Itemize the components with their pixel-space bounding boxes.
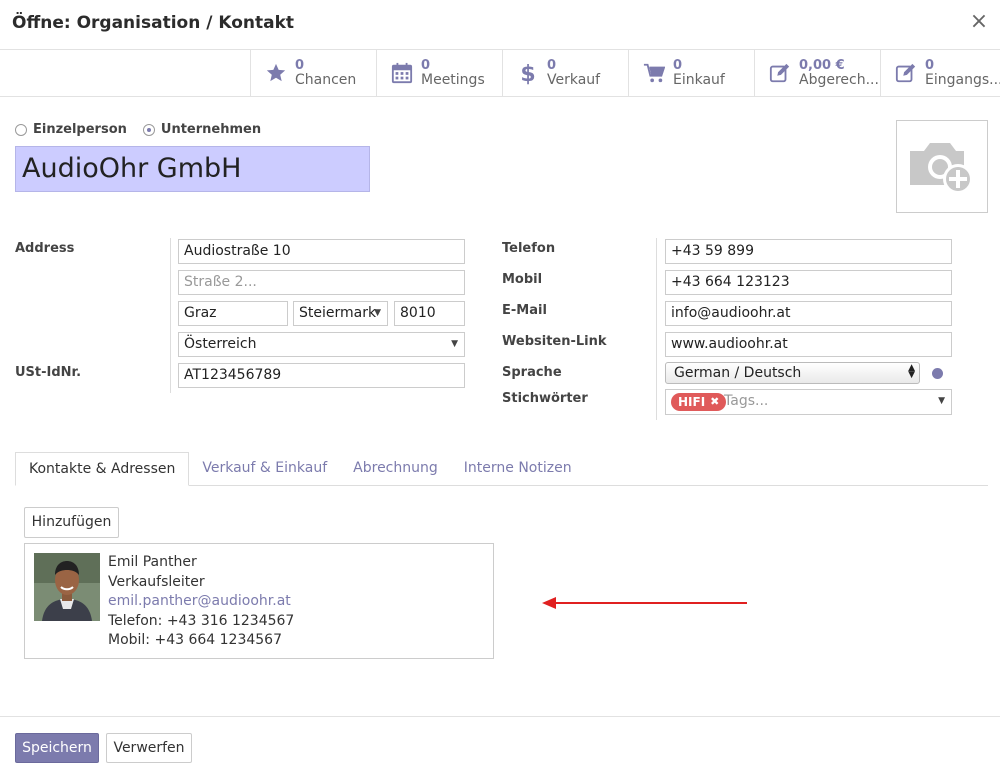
state-select[interactable]: Steiermark ▼ bbox=[293, 301, 388, 326]
caret-down-icon: ▼ bbox=[938, 396, 945, 406]
contact-email-link[interactable]: emil.panther@audioohr.at bbox=[108, 592, 294, 612]
tab-kontakte-adressen[interactable]: Kontakte & Adressen bbox=[15, 452, 190, 486]
svg-text:$: $ bbox=[520, 62, 535, 85]
dollar-icon: $ bbox=[515, 60, 541, 86]
country-value: Österreich bbox=[184, 336, 257, 352]
contact-name: Emil Panther bbox=[108, 554, 197, 570]
save-button[interactable]: Speichern bbox=[15, 733, 99, 763]
mobile-label: Mobil bbox=[502, 272, 543, 287]
street2-input[interactable]: Straße 2... bbox=[178, 270, 465, 295]
chancen-button[interactable]: 0 Chancen bbox=[250, 50, 376, 96]
tags-label: Stichwörter bbox=[502, 391, 588, 406]
camera-plus-icon bbox=[906, 135, 978, 199]
contact-card[interactable]: Emil Panther Verkaufsleiter emil.panther… bbox=[24, 543, 494, 659]
eingang-count: 0 bbox=[925, 58, 935, 73]
cart-icon bbox=[641, 60, 667, 86]
verkauf-label: Verkauf bbox=[547, 72, 601, 88]
tab-abrechnung[interactable]: Abrechnung bbox=[340, 452, 451, 486]
email-label: E-Mail bbox=[502, 303, 547, 318]
radio-unternehmen[interactable]: Unternehmen bbox=[142, 122, 262, 137]
divider bbox=[0, 96, 1000, 97]
address-label: Address bbox=[15, 241, 75, 256]
verkauf-button[interactable]: $ 0 Verkauf bbox=[502, 50, 628, 96]
radio-circle-selected[interactable] bbox=[142, 123, 155, 136]
contact-function: Verkaufsleiter bbox=[108, 573, 205, 590]
phone-input[interactable]: +43 59 899 bbox=[665, 239, 952, 264]
meetings-count: 0 bbox=[421, 58, 431, 73]
calendar-icon bbox=[389, 60, 415, 86]
add-contact-button[interactable]: Hinzufügen bbox=[24, 507, 119, 538]
vat-input[interactable]: AT123456789 bbox=[178, 363, 465, 388]
language-select[interactable]: German / Deutsch ▲ ▼ bbox=[665, 362, 920, 384]
contact-info: Emil Panther Verkaufsleiter emil.panther… bbox=[108, 553, 294, 651]
caret-down-icon: ▼ bbox=[374, 308, 381, 318]
zip-input[interactable]: 8010 bbox=[394, 301, 465, 326]
tab-interne-notizen[interactable]: Interne Notizen bbox=[451, 452, 585, 486]
radio-circle[interactable] bbox=[15, 123, 27, 136]
star-icon bbox=[263, 60, 289, 86]
meetings-label: Meetings bbox=[421, 72, 485, 88]
contact-phone: Telefon: +43 316 1234567 bbox=[108, 612, 295, 629]
discard-button[interactable]: Verwerfen bbox=[106, 733, 192, 763]
company-type-radio-group: Einzelperson Unternehmen bbox=[15, 122, 277, 137]
mobile-input[interactable]: +43 664 123123 bbox=[665, 270, 952, 295]
caret-down-icon: ▼ bbox=[451, 339, 458, 349]
add-photo-button[interactable] bbox=[896, 120, 988, 213]
state-value: Steiermark bbox=[299, 305, 377, 321]
verkauf-count: 0 bbox=[547, 58, 557, 73]
avatar bbox=[34, 553, 100, 621]
website-label: Websiten-Link bbox=[502, 334, 607, 349]
einkauf-count: 0 bbox=[673, 58, 683, 73]
smart-button-box: 0 Chancen 0 Meetings $ 0 Verkauf 0 Einka… bbox=[250, 50, 1000, 96]
email-input[interactable]: info@audioohr.at bbox=[665, 301, 952, 326]
tag-remove-icon[interactable]: ✖ bbox=[710, 393, 719, 411]
abgerechnet-label: Abgerech... bbox=[799, 72, 879, 88]
einkauf-button[interactable]: 0 Einkauf bbox=[628, 50, 754, 96]
radio-label-unternehmen: Unternehmen bbox=[160, 122, 262, 137]
tab-verkauf-einkauf[interactable]: Verkauf & Einkauf bbox=[189, 452, 340, 486]
edit-icon bbox=[767, 60, 793, 86]
notebook-tabs: Kontakte & Adressen Verkauf & Einkauf Ab… bbox=[15, 452, 988, 486]
tag-label: HIFI bbox=[678, 395, 706, 409]
company-name-input[interactable]: AudioOhr GmbH bbox=[15, 146, 370, 192]
country-select[interactable]: Österreich ▼ bbox=[178, 332, 465, 357]
chancen-label: Chancen bbox=[295, 72, 357, 88]
language-label: Sprache bbox=[502, 365, 562, 380]
close-icon[interactable]: × bbox=[968, 10, 990, 34]
vat-label: USt-IdNr. bbox=[15, 365, 82, 380]
dialog-title: Öffne: Organisation / Kontakt bbox=[12, 13, 295, 33]
city-input[interactable]: Graz bbox=[178, 301, 288, 326]
eingang-button[interactable]: 0 Eingangs... bbox=[880, 50, 1000, 96]
field-separator bbox=[656, 238, 657, 420]
globe-icon[interactable] bbox=[932, 368, 943, 379]
abgerechnet-count: 0,00 € bbox=[799, 58, 845, 73]
dialog-header: Öffne: Organisation / Kontakt × bbox=[0, 0, 1000, 50]
einkauf-label: Einkauf bbox=[673, 72, 725, 88]
meetings-button[interactable]: 0 Meetings bbox=[376, 50, 502, 96]
language-value: German / Deutsch bbox=[674, 365, 802, 381]
footer-divider bbox=[0, 716, 1000, 717]
abgerechnet-button[interactable]: 0,00 € Abgerech... bbox=[754, 50, 880, 96]
tags-placeholder: Tags... bbox=[724, 393, 769, 409]
red-arrow-annotation bbox=[542, 597, 747, 609]
edit-icon bbox=[893, 60, 919, 86]
phone-label: Telefon bbox=[502, 241, 556, 256]
field-separator bbox=[170, 238, 171, 393]
radio-einzelperson[interactable]: Einzelperson bbox=[15, 122, 127, 137]
tag-hifi: HIFI ✖ bbox=[671, 393, 727, 411]
eingang-label: Eingangs... bbox=[925, 72, 1000, 88]
updown-arrows-icon: ▲ ▼ bbox=[908, 363, 915, 380]
contact-mobile: Mobil: +43 664 1234567 bbox=[108, 632, 282, 649]
street-input[interactable]: Audiostraße 10 bbox=[178, 239, 465, 264]
chancen-count: 0 bbox=[295, 58, 305, 73]
website-input[interactable]: www.audioohr.at bbox=[665, 332, 952, 357]
radio-label-einzelperson: Einzelperson bbox=[33, 122, 127, 137]
